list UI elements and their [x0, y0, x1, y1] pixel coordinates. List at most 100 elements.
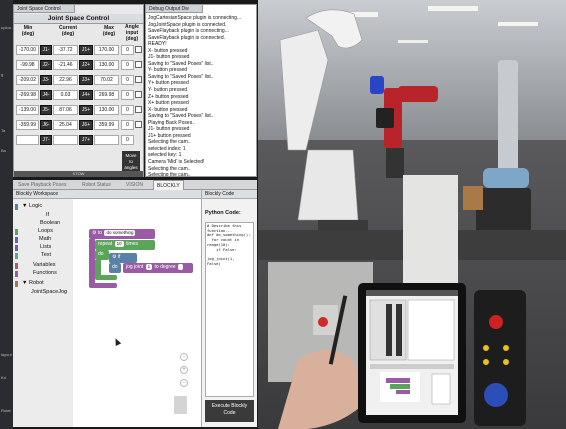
debug-output-tab[interactable]: Debug Output Dw [146, 5, 203, 13]
joint-decrement-button[interactable]: J7- [40, 135, 52, 145]
zoom-out-icon[interactable]: − [180, 379, 188, 387]
joint-angle-input[interactable]: 0 [121, 75, 134, 85]
joint-checkbox[interactable] [135, 76, 142, 83]
toolbox-loops[interactable]: Loops [38, 228, 53, 234]
joint-increment-button[interactable]: J3+ [79, 75, 93, 85]
joint-min-value [16, 135, 39, 145]
blockly-toolbox: ▼ Logic If Boolean Loops Math Lists Text… [13, 199, 73, 427]
joint-angle-input[interactable]: 0 [121, 105, 134, 115]
joint-decrement-button[interactable]: J2- [40, 60, 52, 70]
joint-row: -209.02 J3- 22.96 J3+ 70.02 0 [14, 75, 143, 87]
joint-max-value: 130.00 [94, 60, 119, 70]
joint-current-value: 87.06 [53, 105, 78, 115]
if-block[interactable]: ⚙ if [109, 253, 137, 263]
joint-current-value: -37.72 [53, 45, 78, 55]
tab-robot-status[interactable]: Robot Status [79, 180, 114, 190]
toolbox-if[interactable]: If [46, 212, 49, 218]
toolbox-jointspacejog[interactable]: JointSpaceJog [31, 289, 67, 295]
toolbox-math[interactable]: Math [39, 236, 51, 242]
toolbox-lists[interactable]: Lists [40, 244, 51, 250]
toolbox-robot[interactable]: ▼ Robot [22, 280, 44, 286]
tablet-screen [366, 290, 458, 415]
joint-row: -359.99 J6- 25.04 J6+ 359.99 0 [14, 120, 143, 132]
joint-decrement-button[interactable]: J5- [40, 105, 52, 115]
joint-increment-button[interactable]: J1+ [79, 45, 93, 55]
robot-color-bar [15, 281, 18, 287]
toolbox-variables[interactable]: Variables [33, 262, 56, 268]
trash-can-icon[interactable] [174, 396, 187, 414]
toolbox-functions[interactable]: Functions [33, 270, 57, 276]
joint-checkbox[interactable] [135, 121, 142, 128]
joint-decrement-button[interactable]: J3- [40, 75, 52, 85]
tab-blockly[interactable]: BLOCKLY [153, 180, 184, 190]
blockly-workspace[interactable]: ⚙ to do something repeat 10 times do ⚙ i… [73, 199, 201, 427]
joint-checkbox[interactable] [135, 106, 142, 113]
joint-decrement-button[interactable]: J4- [40, 90, 52, 100]
debug-output-panel: Debug Output Dw JogCartesianSpace plugin… [145, 4, 257, 177]
toolbox-logic[interactable]: ▼ Logic [22, 203, 42, 209]
joint-checkbox[interactable] [135, 91, 142, 98]
joint-angle-input[interactable]: 0 [121, 120, 134, 130]
side-label: uploa [1, 25, 11, 30]
stow-button[interactable]: STOW [14, 171, 143, 177]
joint-checkbox[interactable] [135, 61, 142, 68]
joint-max-value: 269.98 [94, 90, 119, 100]
joint-min-value: -269.98 [16, 90, 39, 100]
math-color-bar [15, 237, 18, 243]
repeat-do-label: do [95, 250, 109, 260]
joint-min-value: -139.00 [16, 105, 39, 115]
execute-blockly-code-button[interactable]: Execute Blockly Code [205, 400, 254, 422]
side-label: Rotat [1, 408, 11, 413]
joint-decrement-button[interactable]: J1- [40, 45, 52, 55]
function-block-footer [89, 283, 117, 288]
toolbox-text[interactable]: Text [41, 252, 51, 258]
joint-row: J7- J7+ 0 [14, 135, 143, 147]
zoom-reset-icon[interactable]: ◦ [180, 353, 188, 361]
joint-min-value: -359.99 [16, 120, 39, 130]
move-to-angles-button[interactable]: Move to angles [122, 151, 140, 173]
joint-angle-input[interactable]: 0 [121, 90, 134, 100]
left-side-strip: uploa g Ta Ba layout Kd Rotat [0, 0, 13, 429]
joint-min-value: -209.02 [16, 75, 39, 85]
text-color-bar [15, 253, 18, 259]
joint-decrement-button[interactable]: J6- [40, 120, 52, 130]
toolbox-boolean[interactable]: Boolean [40, 220, 60, 226]
gear-icon: ⚙ [112, 254, 117, 260]
joint-max-value [94, 135, 119, 145]
debug-line: Selecting the cam.. [148, 172, 191, 177]
repeat-block[interactable]: repeat 10 times [95, 240, 155, 250]
side-label: Ba [1, 148, 6, 153]
joint-angle-input[interactable]: 0 [121, 60, 134, 70]
to-degree-label: to degree [154, 264, 176, 270]
joint-increment-button[interactable]: J2+ [79, 60, 93, 70]
function-to-label: to [97, 230, 103, 236]
expand-triangle-icon: ▼ [22, 203, 29, 209]
tab-vision[interactable]: VISION [123, 180, 146, 190]
variables-color-bar [15, 263, 18, 269]
tablet-ui-preview [366, 290, 458, 405]
joint-increment-button[interactable]: J7+ [79, 135, 93, 145]
angle-input-header: Angle input (deg) [125, 24, 139, 42]
blockly-workspace-header: Blockly Workspace [13, 190, 201, 199]
repeat-count-field[interactable]: 10 [114, 241, 124, 247]
function-name-field[interactable]: do something [104, 230, 136, 236]
joint-panel-tab[interactable]: Joint Space Control [13, 4, 75, 13]
function-definition-block[interactable]: ⚙ to do something [89, 229, 155, 239]
joint-current-value: 22.96 [53, 75, 78, 85]
joint-max-value: 359.99 [94, 120, 119, 130]
jog-joint-block[interactable]: jog joint 1 to degree [123, 263, 193, 273]
joint-max-value: 130.00 [94, 105, 119, 115]
joint-increment-button[interactable]: J6+ [79, 120, 93, 130]
joint-angle-input[interactable]: 0 [121, 45, 134, 55]
joint-increment-button[interactable]: J4+ [79, 90, 93, 100]
zoom-in-icon[interactable]: + [180, 366, 188, 374]
min-header: Min (deg) [21, 25, 35, 37]
joint-angle-input[interactable]: 0 [121, 135, 134, 145]
jog-degree-field[interactable] [178, 264, 184, 270]
jog-joint-number-field[interactable]: 1 [145, 264, 153, 270]
joint-checkbox[interactable] [135, 46, 142, 53]
toolbox-robot-label: Robot [28, 280, 44, 286]
joint-current-value: 25.04 [53, 120, 78, 130]
tab-save-playback-poses[interactable]: Save Playback Poses [15, 180, 69, 190]
joint-increment-button[interactable]: J5+ [79, 105, 93, 115]
